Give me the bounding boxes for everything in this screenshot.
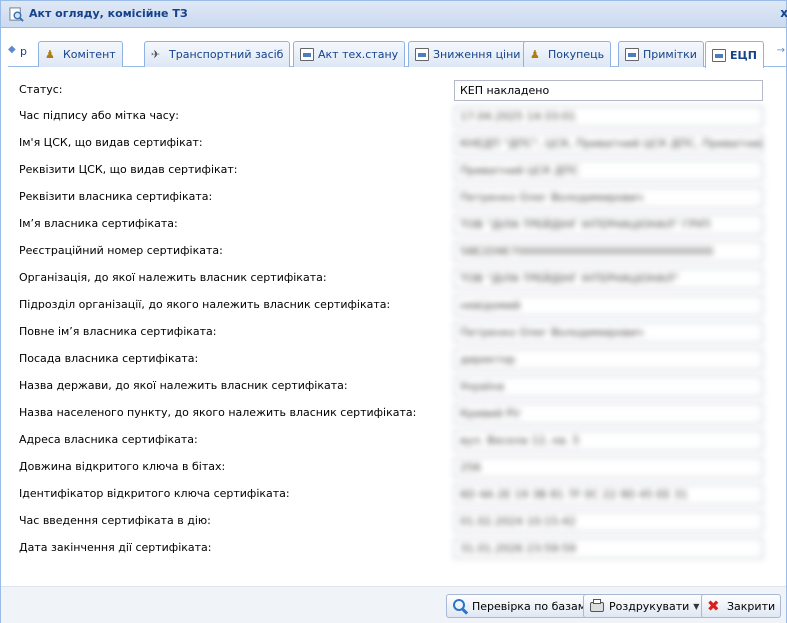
field-row-owner-details: Реквізити власника сертифіката: Петренко… bbox=[19, 187, 763, 209]
field-label: Назва населеного пункту, до якого належи… bbox=[19, 406, 417, 419]
button-label: Закрити bbox=[727, 599, 776, 613]
field-row-country: Назва держави, до якої належить власник … bbox=[19, 376, 763, 398]
close-button[interactable]: ✖ Закрити bbox=[701, 594, 782, 618]
field-label: Посада власника сертифіката: bbox=[19, 352, 199, 365]
field-label: Довжина відкритого ключа в бітах: bbox=[19, 460, 226, 473]
dialog-window: Акт огляду, комісійне ТЗ x ◆ р ♟ Комітен… bbox=[0, 0, 787, 623]
window-title: Акт огляду, комісійне ТЗ bbox=[29, 7, 188, 20]
field-label: Ім’я власника сертифіката: bbox=[19, 217, 178, 230]
field-row-ca-details: Реквізити ЦСК, що видав сертифікат: Прив… bbox=[19, 160, 763, 182]
print-button[interactable]: Роздрукувати ▼ bbox=[583, 594, 706, 618]
check-databases-button[interactable]: Перевірка по базам bbox=[446, 594, 593, 618]
field-label: Час підпису або мітка часу: bbox=[19, 109, 179, 122]
tab-label: Акт тех.стану bbox=[318, 48, 399, 61]
tab-label: Зниження ціни bbox=[433, 48, 521, 61]
tab-label: Примітки bbox=[643, 48, 697, 61]
field-row-reg-number: Реєстраційний номер сертифіката: 58E2D9E… bbox=[19, 241, 763, 263]
chevron-down-icon: ▼ bbox=[693, 601, 700, 611]
field-label: Статус: bbox=[19, 83, 63, 96]
field-row-address: Адреса власника сертифіката: вул. Весела… bbox=[19, 430, 763, 452]
document-icon bbox=[415, 48, 429, 61]
field-label: Адреса власника сертифіката: bbox=[19, 433, 198, 446]
button-label: Роздрукувати bbox=[609, 599, 690, 613]
field-label: Час введення сертифіката в дію: bbox=[19, 514, 211, 527]
field-row-key-length: Довжина відкритого ключа в бітах: 256 bbox=[19, 457, 763, 479]
field-label: Реквізити ЦСК, що видав сертифікат: bbox=[19, 163, 238, 176]
field-position[interactable]: директор bbox=[454, 349, 763, 370]
field-reg-number[interactable]: 58E2D9E70000000000000000000000000000 bbox=[454, 241, 763, 262]
field-label: Організація, до якої належить власник се… bbox=[19, 271, 327, 284]
inspection-search-icon bbox=[9, 7, 24, 22]
titlebar: Акт огляду, комісійне ТЗ x bbox=[1, 1, 787, 28]
field-status[interactable]: КЕП накладено bbox=[454, 80, 763, 101]
tab-partial-label[interactable]: р bbox=[20, 45, 27, 58]
close-icon: ✖ bbox=[707, 597, 720, 615]
field-owner-details[interactable]: Петренко Олег Володимирович bbox=[454, 187, 763, 208]
close-window-icon[interactable]: x bbox=[780, 6, 787, 20]
tab-label: Покупець bbox=[548, 48, 605, 61]
tab-tech-condition[interactable]: Акт тех.стану bbox=[293, 41, 406, 67]
field-valid-from[interactable]: 01.02.2024 10:15:42 bbox=[454, 511, 763, 532]
car-icon: ✈ bbox=[151, 48, 161, 61]
field-valid-to[interactable]: 31.01.2026 23:59:59 bbox=[454, 538, 763, 559]
field-sign-time[interactable]: 17.04.2025 14:33:01 bbox=[454, 106, 763, 127]
field-row-department: Підрозділ організації, до якого належить… bbox=[19, 295, 763, 317]
field-row-full-name: Повне ім’я власника сертифіката: Петренк… bbox=[19, 322, 763, 344]
tab-price-reduction[interactable]: Зниження ціни bbox=[408, 41, 528, 67]
field-row-sign-time: Час підпису або мітка часу: 17.04.2025 1… bbox=[19, 106, 763, 128]
field-label: Назва держави, до якої належить власник … bbox=[19, 379, 348, 392]
field-ca-details[interactable]: Приватний ЦСК ДПС bbox=[454, 160, 763, 181]
document-icon bbox=[625, 48, 639, 61]
tab-label: ЕЦП bbox=[730, 48, 757, 62]
document-icon bbox=[300, 48, 314, 61]
tab-buyer[interactable]: ♟ Покупець bbox=[523, 41, 612, 67]
printer-icon bbox=[589, 598, 605, 614]
field-row-valid-to: Дата закінчення дії сертифіката: 31.01.2… bbox=[19, 538, 763, 560]
field-label: Реєстраційний номер сертифіката: bbox=[19, 244, 223, 257]
tab-scroll-left-icon[interactable]: ◆ bbox=[8, 44, 20, 58]
field-label: Повне ім’я власника сертифіката: bbox=[19, 325, 217, 338]
field-label: Реквізити власника сертифіката: bbox=[19, 190, 213, 203]
dialog-footer: Перевірка по базам Роздрукувати ▼ ✖ Закр… bbox=[1, 586, 786, 623]
field-key-length[interactable]: 256 bbox=[454, 457, 763, 478]
field-row-owner-name: Ім’я власника сертифіката: ТОВ "ДІЛА ТРЕ… bbox=[19, 214, 763, 236]
button-label: Перевірка по базам bbox=[472, 599, 587, 613]
signature-form: Статус: КЕП накладено Час підпису або мі… bbox=[19, 77, 779, 578]
field-row-locality: Назва населеного пункту, до якого належи… bbox=[19, 403, 763, 425]
search-icon bbox=[452, 598, 469, 615]
tab-notes[interactable]: Примітки bbox=[618, 41, 704, 67]
field-label: Дата закінчення дії сертифіката: bbox=[19, 541, 212, 554]
tab-label: Транспортний засіб bbox=[169, 48, 284, 61]
tab-komitent[interactable]: ♟ Комітент bbox=[38, 41, 123, 67]
field-row-organization: Організація, до якої належить власник се… bbox=[19, 268, 763, 290]
tab-scroll-right-icon[interactable]: → bbox=[777, 45, 785, 56]
field-row-valid-from: Час введення сертифіката в дію: 01.02.20… bbox=[19, 511, 763, 533]
field-label: Ім'я ЦСК, що видав сертифікат: bbox=[19, 136, 203, 149]
field-key-id[interactable]: 6D 4A 2E 19 3B 81 7F 0C 22 9D 45 EE 31 bbox=[454, 484, 763, 505]
field-row-status: Статус: КЕП накладено bbox=[19, 80, 763, 102]
field-owner-name[interactable]: ТОВ "ДІЛА ТРЕЙДІНГ ІНТЕРНАЦІОНАЛ" ГРУП bbox=[454, 214, 763, 235]
tab-digital-signature[interactable]: ЕЦП bbox=[705, 41, 764, 68]
people-icon: ♟ bbox=[530, 48, 540, 61]
field-label: Підрозділ організації, до якого належить… bbox=[19, 298, 391, 311]
field-row-ca-name: Ім'я ЦСК, що видав сертифікат: КНЕДП "ДП… bbox=[19, 133, 763, 155]
field-organization[interactable]: ТОВ "ДІЛА ТРЕЙДІНГ ІНТЕРНАЦІОНАЛ" bbox=[454, 268, 763, 289]
field-department[interactable]: невідомий bbox=[454, 295, 763, 316]
field-locality[interactable]: Кривий Ріг bbox=[454, 403, 763, 424]
field-address[interactable]: вул. Весела 12, кв. 5 bbox=[454, 430, 763, 451]
field-row-key-id: Ідентифікатор відкритого ключа сертифіка… bbox=[19, 484, 763, 506]
field-label: Ідентифікатор відкритого ключа сертифіка… bbox=[19, 487, 290, 500]
tab-strip: ◆ р ♟ Комітент ✈ Транспортний засіб Акт … bbox=[8, 37, 787, 68]
tab-label: Комітент bbox=[63, 48, 116, 61]
document-icon bbox=[712, 48, 726, 62]
field-ca-name[interactable]: КНЕДП "ДПС", ЦСК, Приватний ЦСК ДПС, При… bbox=[454, 133, 763, 154]
field-country[interactable]: Україна bbox=[454, 376, 763, 397]
field-full-name[interactable]: Петренко Олег Володимирович bbox=[454, 322, 763, 343]
people-icon: ♟ bbox=[45, 48, 55, 61]
field-row-position: Посада власника сертифіката: директор bbox=[19, 349, 763, 371]
tab-vehicle[interactable]: ✈ Транспортний засіб bbox=[144, 41, 291, 67]
